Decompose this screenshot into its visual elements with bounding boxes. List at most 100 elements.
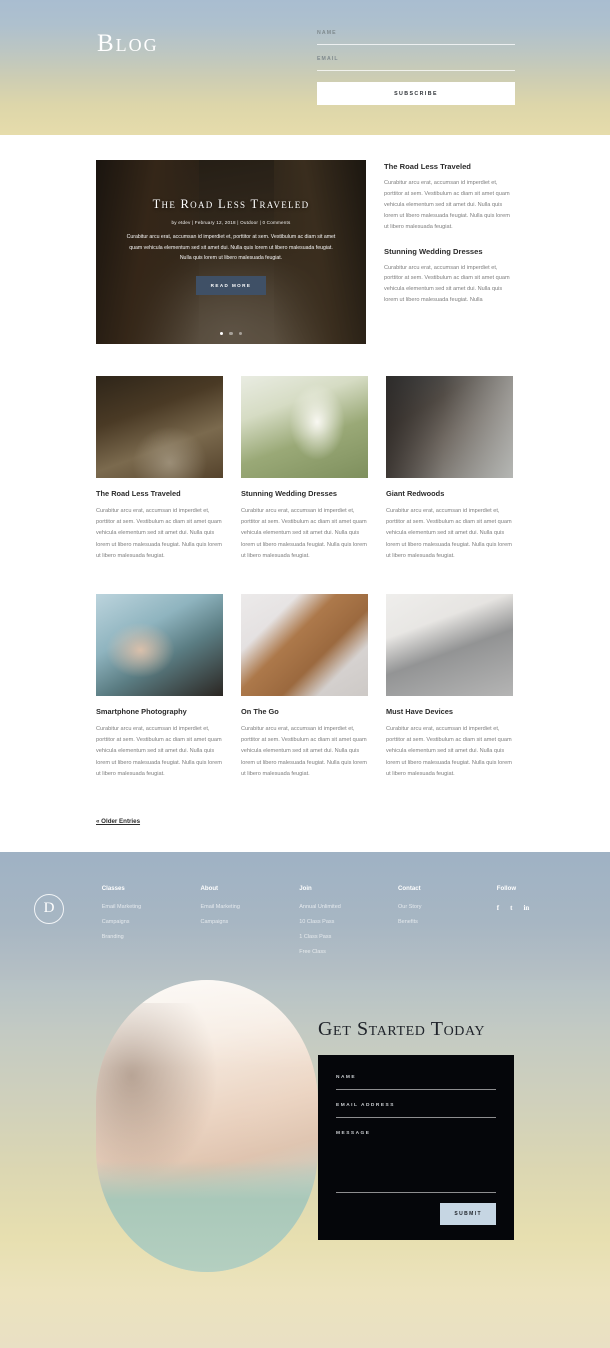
pagination: « Older Entries [96,810,514,828]
sidebar-post-text: Curabitur arcu erat, accumsan id imperdi… [384,264,510,304]
sidebar-post-title: The Road Less Traveled [384,162,471,171]
site-footer: D Classes Email Marketing Campaigns Bran… [0,851,610,980]
sidebar-post-title: Stunning Wedding Dresses [384,246,483,256]
footer-link[interactable]: 10 Class Pass [299,919,398,925]
wedding-dress-photo [241,376,368,478]
forest-road-photo [96,376,223,478]
slider-dot-1[interactable] [219,331,224,335]
blog-card[interactable]: Giant Redwoods Curabitur arcu erat, accu… [386,376,513,562]
footer-heading: Join [299,884,312,892]
blog-page: Blog NAME EMAIL SUBSCRIBE The Road Less … [0,0,610,1348]
footer-link[interactable]: Email Marketing [200,904,299,910]
footer-column-about: About Email Marketing Campaigns [200,885,299,964]
sidebar-post[interactable]: The Road Less Traveled Curabitur arcu er… [384,162,514,233]
sidebar-post-text: Curabitur arcu erat, accumsan id imperdi… [384,180,510,230]
footer-link[interactable]: Benefits [398,919,497,925]
contact-form: NAME EMAIL ADDRESS MESSAGE SUBMIT [318,1054,514,1240]
slide-excerpt: Curabitur arcu erat, accumsan id imperdi… [126,234,336,262]
footer-heading: Contact [398,884,421,892]
newsletter-signup-form: NAME EMAIL SUBSCRIBE [317,30,515,105]
footer-link[interactable]: Free Class [299,949,398,955]
featured-post-slider[interactable]: The Road Less Traveled by etdev | Februa… [96,160,366,344]
cta-message-underline [336,1191,496,1193]
hero-name-field[interactable]: NAME [317,30,515,45]
blog-card-text: Curabitur arcu erat, accumsan id imperdi… [241,725,367,777]
footer-logo[interactable]: D [25,885,102,964]
footer-heading: Classes [101,884,125,892]
cta-name-field[interactable]: NAME [336,1075,496,1090]
footer-column-follow: Follow f t in [497,885,585,964]
footer-heading: About [200,884,219,892]
cta-message-field[interactable]: MESSAGE [336,1131,496,1193]
blog-card-title: Smartphone Photography [96,706,187,716]
cta-right: Get Started Today NAME EMAIL ADDRESS MES… [318,1018,514,1240]
cta-name-underline [336,1088,496,1090]
cta-section: Get Started Today NAME EMAIL ADDRESS MES… [0,979,610,1348]
photo-overlay [96,979,318,1272]
linkedin-icon[interactable]: in [523,904,529,912]
subscribe-button[interactable]: SUBSCRIBE [317,82,515,105]
blog-card-text: Curabitur arcu erat, accumsan id imperdi… [96,725,222,777]
blog-card-text: Curabitur arcu erat, accumsan id imperdi… [96,508,222,559]
hero-name-label: NAME [317,30,337,36]
slider-dot-2[interactable] [229,331,233,335]
blog-card-title: The Road Less Traveled [96,489,181,498]
cta-email-field[interactable]: EMAIL ADDRESS [336,1103,496,1118]
hands-smartphone-photo [96,593,223,696]
facebook-icon[interactable]: f [497,904,499,912]
main-content: The Road Less Traveled by etdev | Februa… [0,135,610,828]
footer-link[interactable]: Campaigns [102,919,201,925]
featured-row: The Road Less Traveled by etdev | Februa… [96,160,514,344]
blog-card[interactable]: Must Have Devices Curabitur arcu erat, a… [386,593,513,780]
blog-card-title: Must Have Devices [386,706,453,716]
blog-grid-row: Smartphone Photography Curabitur arcu er… [96,593,514,780]
footer-column-contact: Contact Our Story Benefits [398,885,497,964]
page-title: Blog [97,30,159,57]
sidebar-post[interactable]: Stunning Wedding Dresses Curabitur arcu … [384,247,514,307]
footer-link[interactable]: Email Marketing [102,904,201,910]
blog-card-title: On The Go [241,706,279,716]
cta-email-underline [336,1116,496,1118]
cta-message-label: MESSAGE [336,1130,371,1136]
slide-meta: by etdev | February 12, 2018 | Outdoor |… [171,220,291,225]
cta-title: Get Started Today [318,1017,486,1040]
hero-email-field[interactable]: EMAIL [317,56,515,71]
divi-logo-icon: D [34,893,64,924]
blog-card[interactable]: Stunning Wedding Dresses Curabitur arcu … [241,376,368,562]
blog-card-text: Curabitur arcu erat, accumsan id imperdi… [386,508,512,559]
laptop-keyboard-photo [386,593,513,696]
cta-email-label: EMAIL ADDRESS [336,1102,395,1108]
phone-leather-case-photo [241,593,368,696]
blog-card-text: Curabitur arcu erat, accumsan id imperdi… [241,508,367,559]
footer-inner: D Classes Email Marketing Campaigns Bran… [25,852,585,964]
footer-column-classes: Classes Email Marketing Campaigns Brandi… [102,885,201,964]
footer-heading: Follow [496,884,517,892]
slider-dot-3[interactable] [238,331,243,335]
redwood-trees-photo [386,376,513,478]
blog-card-text: Curabitur arcu erat, accumsan id imperdi… [386,725,512,777]
twitter-icon[interactable]: t [510,904,512,912]
footer-link[interactable]: Annual Unlimited [299,904,398,910]
content-wrap: The Road Less Traveled by etdev | Februa… [96,160,514,828]
footer-link[interactable]: Campaigns [200,919,299,925]
slide-title: The Road Less Traveled [152,197,310,211]
footer-link[interactable]: Branding [102,934,201,940]
blog-card[interactable]: The Road Less Traveled Curabitur arcu er… [96,376,223,562]
blog-card-title: Stunning Wedding Dresses [241,489,337,498]
submit-button[interactable]: SUBMIT [440,1202,496,1225]
older-entries-link[interactable]: « Older Entries [96,818,140,825]
slider-dots [96,331,366,335]
blog-card[interactable]: Smartphone Photography Curabitur arcu er… [96,593,223,780]
hero-name-underline [317,44,515,45]
slider-content: The Road Less Traveled by etdev | Februa… [96,160,366,344]
footer-link[interactable]: Our Story [398,904,497,910]
read-more-button[interactable]: READ MORE [195,275,267,295]
blog-card[interactable]: On The Go Curabitur arcu erat, accumsan … [241,593,368,780]
hero-section: Blog NAME EMAIL SUBSCRIBE [0,0,610,135]
footer-link[interactable]: 1 Class Pass [299,934,398,940]
hero-inner: Blog NAME EMAIL SUBSCRIBE [95,0,515,135]
social-links: f t in [497,904,585,912]
blog-card-title: Giant Redwoods [386,489,445,498]
blog-grid-row: The Road Less Traveled Curabitur arcu er… [96,376,514,562]
hero-email-underline [317,70,515,71]
